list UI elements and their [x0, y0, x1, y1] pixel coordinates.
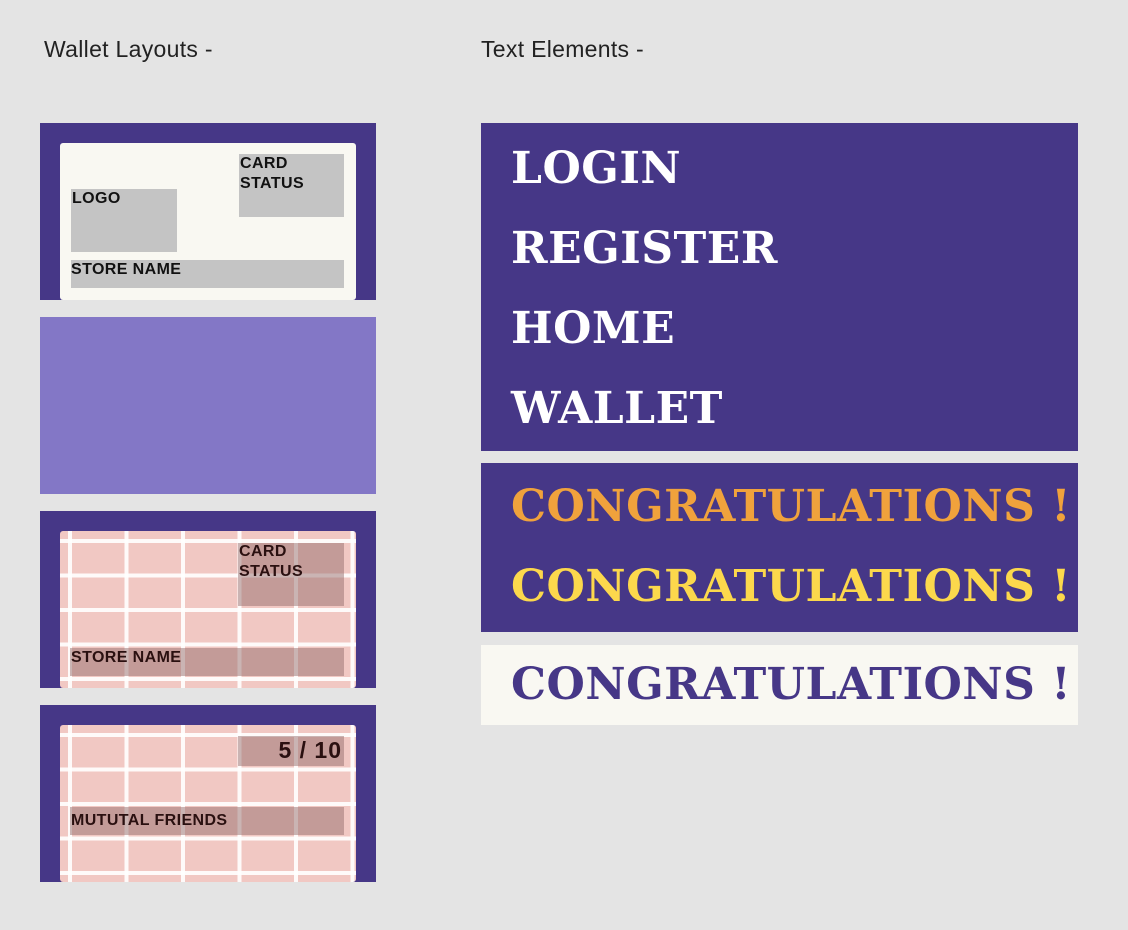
card-status-label: CARD STATUS [240, 155, 305, 192]
card-status-label: CARD STATUS [239, 543, 304, 580]
mutual-friends-label: MUTUTAL FRIENDS [71, 812, 228, 829]
nav-text-panel: LOGIN REGISTER HOME WALLET [481, 123, 1078, 451]
nav-login[interactable]: LOGIN [511, 143, 681, 195]
wallet-card-grid-inner: CARD STATUS STORE NAME [60, 531, 356, 688]
text-elements-heading: Text Elements - [481, 36, 644, 62]
congrats-light-panel: CONGRATULATIONS ! [481, 645, 1078, 725]
congrats-purple: CONGRATULATIONS ! [511, 659, 1072, 710]
nav-register[interactable]: REGISTER [511, 223, 778, 275]
friend-count: 5 / 10 [278, 737, 342, 763]
logo-label: LOGO [72, 190, 121, 207]
wallet-layouts-heading: Wallet Layouts - [44, 36, 213, 62]
wallet-card-friends-inner: 5 / 10 MUTUTAL FRIENDS [60, 725, 356, 882]
wallet-card-friends: 5 / 10 MUTUTAL FRIENDS [40, 705, 376, 882]
wallet-card-basic-inner: CARD STATUS LOGO STORE NAME [60, 143, 356, 300]
congrats-yellow: CONGRATULATIONS ! [511, 561, 1072, 612]
store-name-label: STORE NAME [71, 261, 182, 278]
nav-home[interactable]: HOME [511, 303, 675, 355]
wallet-card-basic: CARD STATUS LOGO STORE NAME [40, 123, 376, 300]
congrats-orange: CONGRATULATIONS ! [511, 481, 1072, 532]
wallet-card-grid: CARD STATUS STORE NAME [40, 511, 376, 688]
store-name-label: STORE NAME [71, 649, 182, 666]
wallet-card-back [40, 317, 376, 494]
congrats-panel: CONGRATULATIONS ! CONGRATULATIONS ! [481, 463, 1078, 632]
nav-wallet[interactable]: WALLET [511, 383, 723, 435]
